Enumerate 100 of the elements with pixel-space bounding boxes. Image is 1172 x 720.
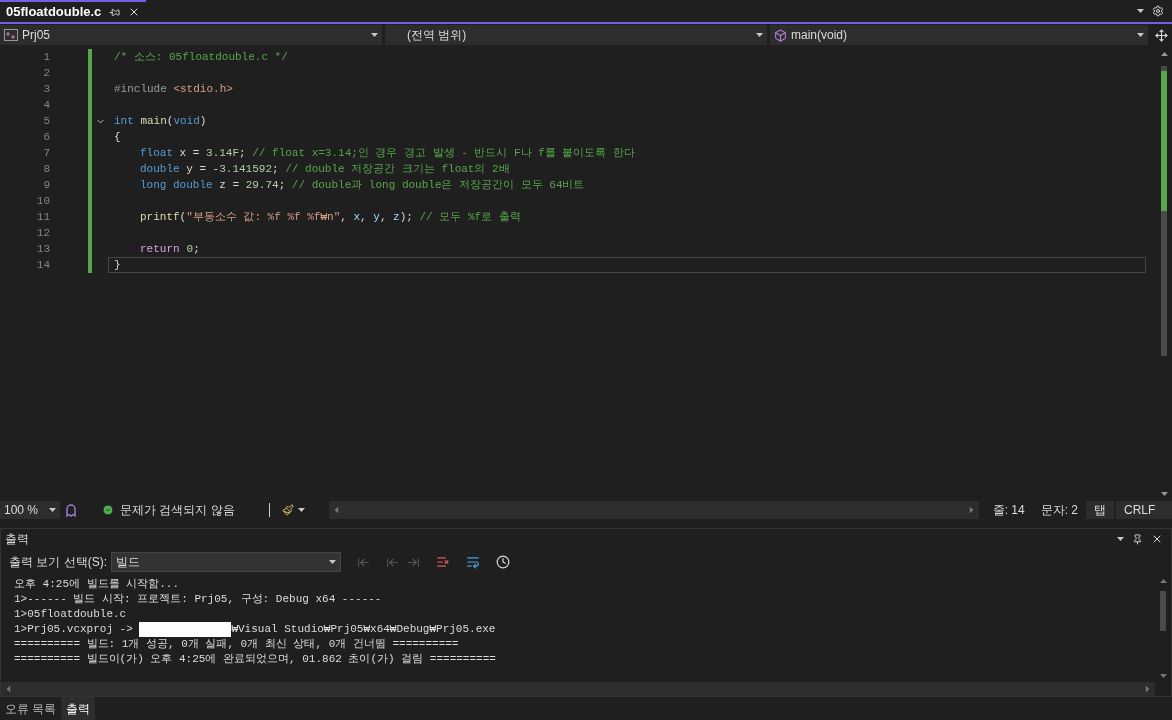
code-token: void [173,113,200,129]
project-dropdown[interactable]: Prj05 [0,25,382,45]
check-icon [102,504,114,516]
code-token: , [379,209,388,225]
scope-dropdown[interactable]: (전역 범위) [385,25,767,45]
brush-icon[interactable] [281,504,294,516]
horizontal-scrollbar[interactable] [1,682,1155,696]
code-token: ); [399,209,414,225]
panel-tab[interactable]: 출력 [61,697,96,720]
panel-tab[interactable]: 오류 목록 [0,697,62,720]
code-token: x = [178,145,201,161]
code-token: 29.74 [245,177,279,193]
line-number: 14 [35,257,50,273]
line-number: 6 [42,129,50,145]
output-line: 1>05floatdouble.c [14,607,127,623]
code-token: ; [239,145,247,161]
dropdown-caret-icon [1145,685,1150,693]
code-token: /* 소스: 05floatdouble.c */ [114,49,288,65]
output-source-dropdown[interactable]: 빌드 [111,552,341,572]
panel-title: 출력 [5,531,30,548]
code-token: ; [278,177,287,193]
code-token: { [114,129,121,145]
member-dropdown[interactable]: main(void) [770,25,1148,45]
code-token: // float x=3.14;인 경우 경고 발생 - 반드시 F나 f를 붙이도록 한다 [252,145,636,161]
output-line: 1>Prj05.vcxproj -> [14,622,134,638]
code-token: "부동소수 값: %f %f %f₩n" [186,209,341,225]
line-number: 11 [35,209,50,225]
code-token: double [140,161,180,177]
code-token: ; [193,241,200,257]
dropdown-caret-icon [1160,492,1168,496]
code-token: // double 저장공간 크기는 float의 2배 [285,161,510,177]
word-wrap-icon[interactable] [466,555,480,569]
code-token: y = - [185,161,220,177]
scrollbar-thumb[interactable] [1161,66,1167,356]
code-token: printf [140,209,180,225]
line-number: 8 [42,161,50,177]
dropdown-caret-icon [1117,537,1124,541]
issues-status[interactable]: 문제가 검색되지 않음 [120,501,235,519]
code-token: float [140,145,173,161]
indent-mode[interactable]: 탭 [1086,501,1115,519]
dropdown-caret-icon [6,685,11,693]
code-token: 3.141592 [219,161,273,177]
ghost-icon[interactable] [64,503,78,517]
line-number: 12 [35,225,50,241]
settings-icon[interactable] [1152,5,1164,17]
clear-all-icon[interactable] [436,555,450,569]
dropdown-caret-icon [334,506,339,514]
code-token: int [114,113,135,129]
zoom-dropdown[interactable]: 100 % [0,501,60,519]
line-number: 10 [35,193,50,209]
code-token: // double과 long double은 저장공간이 모두 64비트 [291,177,585,193]
close-icon[interactable] [1151,533,1163,545]
line-number: 1 [42,49,50,65]
cube-icon [774,28,787,42]
line-ending[interactable]: CRLF [1116,501,1172,519]
code-token: return [140,241,180,257]
output-line: 오후 4:25에 빌드를 시작함... [14,577,179,593]
split-icon[interactable] [1155,28,1168,42]
dropdown-caret-icon [1160,52,1168,56]
dropdown-caret-icon [371,33,378,37]
code-token: ; [272,161,280,177]
output-source-label: 출력 보기 선택(S): [9,554,107,571]
dropdown-caret-icon [297,508,305,512]
line-number: 7 [42,145,50,161]
code-token: // 모두 %f로 출력 [419,209,521,225]
code-token: , [340,209,348,225]
code-token: main [140,113,167,129]
code-token: ( [179,209,187,225]
code-token: <stdio.h> [173,81,233,97]
line-number: 2 [42,65,50,81]
dropdown-caret-icon [1137,9,1144,13]
code-token: long double [140,177,213,193]
dropdown-caret-icon [49,508,56,512]
code-token: z = [218,177,241,193]
clock-icon[interactable] [496,555,510,569]
code-token: ( [166,113,174,129]
horizontal-scrollbar[interactable] [328,501,979,519]
line-number: 5 [42,113,50,129]
dropdown-caret-icon [969,506,974,514]
line-number: 13 [35,241,50,257]
code-token: , [360,209,368,225]
code-token: 3.14F [206,145,240,161]
output-line: ₩Visual Studio₩Prj05₩x64₩Debug₩Prj05.exe [231,622,496,638]
dropdown-caret-icon [1159,579,1167,583]
code-token: y [373,209,380,225]
dropdown-caret-icon [1159,674,1167,678]
project-icon [4,29,18,41]
code-token: x [353,209,361,225]
line-number: 3 [42,81,50,97]
code-token: z [393,209,400,225]
dropdown-caret-icon [1137,33,1144,37]
dropdown-caret-icon [756,33,763,37]
column-indicator[interactable]: 문자: 2 [1040,501,1079,519]
line-number: 9 [42,177,50,193]
line-number: 4 [42,97,50,113]
pin-icon[interactable] [109,6,121,18]
pin-icon[interactable] [1132,533,1143,545]
code-token: 0 [185,241,194,257]
dropdown-caret-icon [329,560,336,564]
line-indicator[interactable]: 줄: 14 [992,501,1025,519]
